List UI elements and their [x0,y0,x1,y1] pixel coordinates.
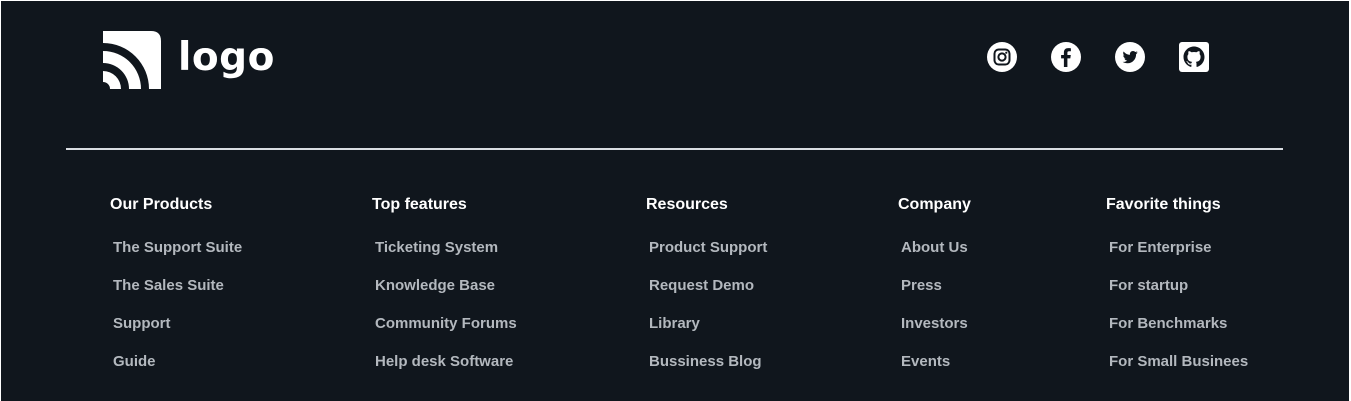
logo-mark-icon [103,31,161,89]
footer-column-top-features: Top features Ticketing System Knowledge … [372,195,517,390]
footer-link[interactable]: Product Support [649,239,767,256]
instagram-link[interactable] [987,42,1017,72]
instagram-icon [987,42,1017,72]
column-links: The Support Suite The Sales Suite Suppor… [110,238,242,390]
footer-link[interactable]: Knowledge Base [375,277,495,294]
logo-link[interactable]: logo [103,31,275,89]
footer-link[interactable]: For Benchmarks [1109,315,1227,332]
footer-link[interactable]: The Sales Suite [113,277,224,294]
footer-divider [66,148,1283,150]
footer-link[interactable]: Events [901,353,950,370]
column-title: Resources [646,196,728,213]
footer-link[interactable]: Investors [901,315,968,332]
footer-link[interactable]: Community Forums [375,315,517,332]
twitter-icon [1115,42,1145,72]
footer-link[interactable]: Ticketing System [375,239,498,256]
column-links: Product Support Request Demo Library Bus… [646,238,767,390]
column-links: For Enterprise For startup For Benchmark… [1106,238,1248,390]
footer-link[interactable]: Support [113,315,171,332]
footer-link[interactable]: Help desk Software [375,353,513,370]
footer-link[interactable]: Bussiness Blog [649,353,762,370]
footer-column-company: Company About Us Press Investors Events [898,195,971,390]
column-title: Top features [372,196,467,213]
footer-column-our-products: Our Products The Support Suite The Sales… [110,195,242,390]
facebook-link[interactable] [1051,42,1081,72]
column-title: Favorite things [1106,196,1221,213]
footer-link[interactable]: The Support Suite [113,239,242,256]
github-icon [1179,42,1209,72]
footer-link[interactable]: About Us [901,239,968,256]
column-links: Ticketing System Knowledge Base Communit… [372,238,517,390]
footer-column-resources: Resources Product Support Request Demo L… [646,195,767,390]
column-title: Our Products [110,196,213,213]
footer-link[interactable]: For startup [1109,277,1188,294]
column-links: About Us Press Investors Events [898,238,971,390]
footer-link[interactable]: Press [901,277,942,294]
footer-link[interactable]: Library [649,315,700,332]
column-title: Company [898,196,971,213]
github-link[interactable] [1179,42,1209,72]
facebook-icon [1051,42,1081,72]
site-footer: logo Our Products The Support Suite The … [1,1,1349,401]
social-links [987,42,1209,72]
footer-link[interactable]: For Small Businees [1109,353,1248,370]
footer-link[interactable]: Guide [113,353,156,370]
twitter-link[interactable] [1115,42,1145,72]
logo-text: logo [178,34,275,80]
footer-column-favorite-things: Favorite things For Enterprise For start… [1106,195,1248,390]
footer-link[interactable]: For Enterprise [1109,239,1212,256]
footer-link[interactable]: Request Demo [649,277,754,294]
